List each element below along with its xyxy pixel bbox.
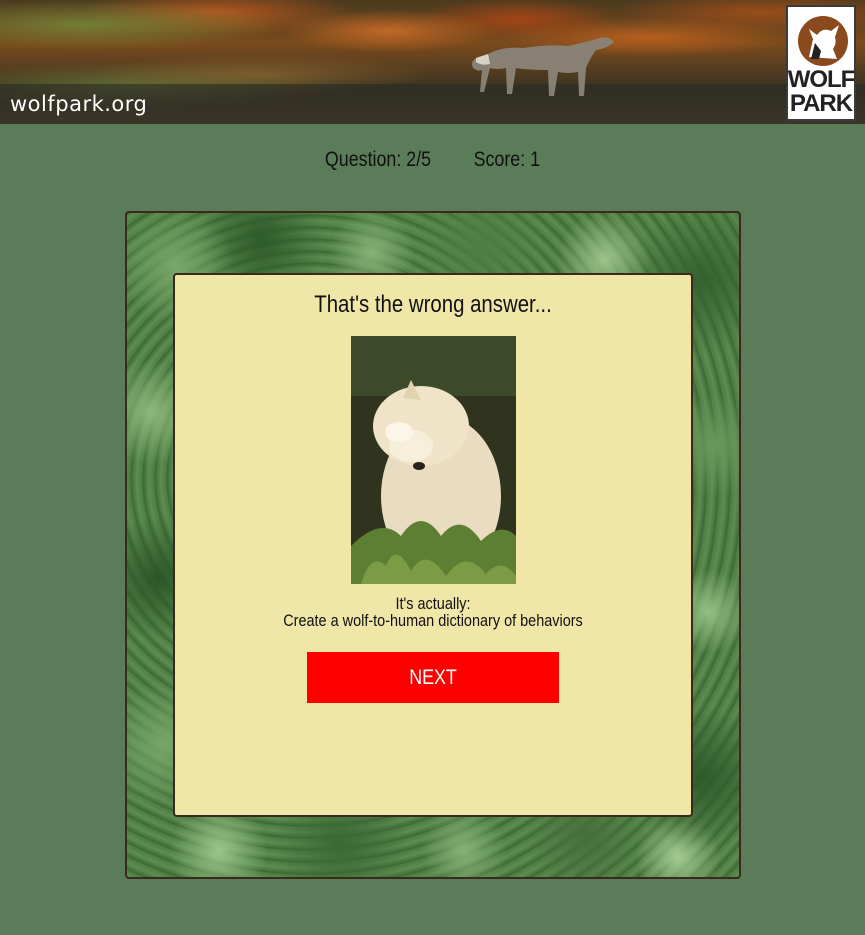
howling-wolf-icon [798, 16, 848, 66]
header-banner: wolfpark.org WOLF PARK [0, 0, 865, 124]
wolf-park-logo[interactable]: WOLF PARK [786, 5, 856, 121]
next-button-label: NEXT [409, 665, 457, 689]
next-button[interactable]: NEXT [307, 652, 559, 703]
correct-answer-text: Create a wolf-to-human dictionary of beh… [283, 611, 583, 630]
logo-text-wolf: WOLF [787, 66, 856, 93]
site-url: wolfpark.org [10, 92, 148, 116]
wolf-facepaw-image [351, 336, 516, 584]
score-counter: Score: 1 [473, 148, 541, 171]
logo-text-park: PARK [789, 90, 853, 117]
result-title: That's the wrong answer... [314, 291, 552, 318]
question-counter: Question: 2/5 [324, 148, 432, 171]
result-card: That's the wrong answer... It's actually… [173, 273, 693, 817]
wolf-banner-image [472, 37, 614, 96]
quiz-status-bar: Question: 2/5 Score: 1 [65, 144, 800, 176]
